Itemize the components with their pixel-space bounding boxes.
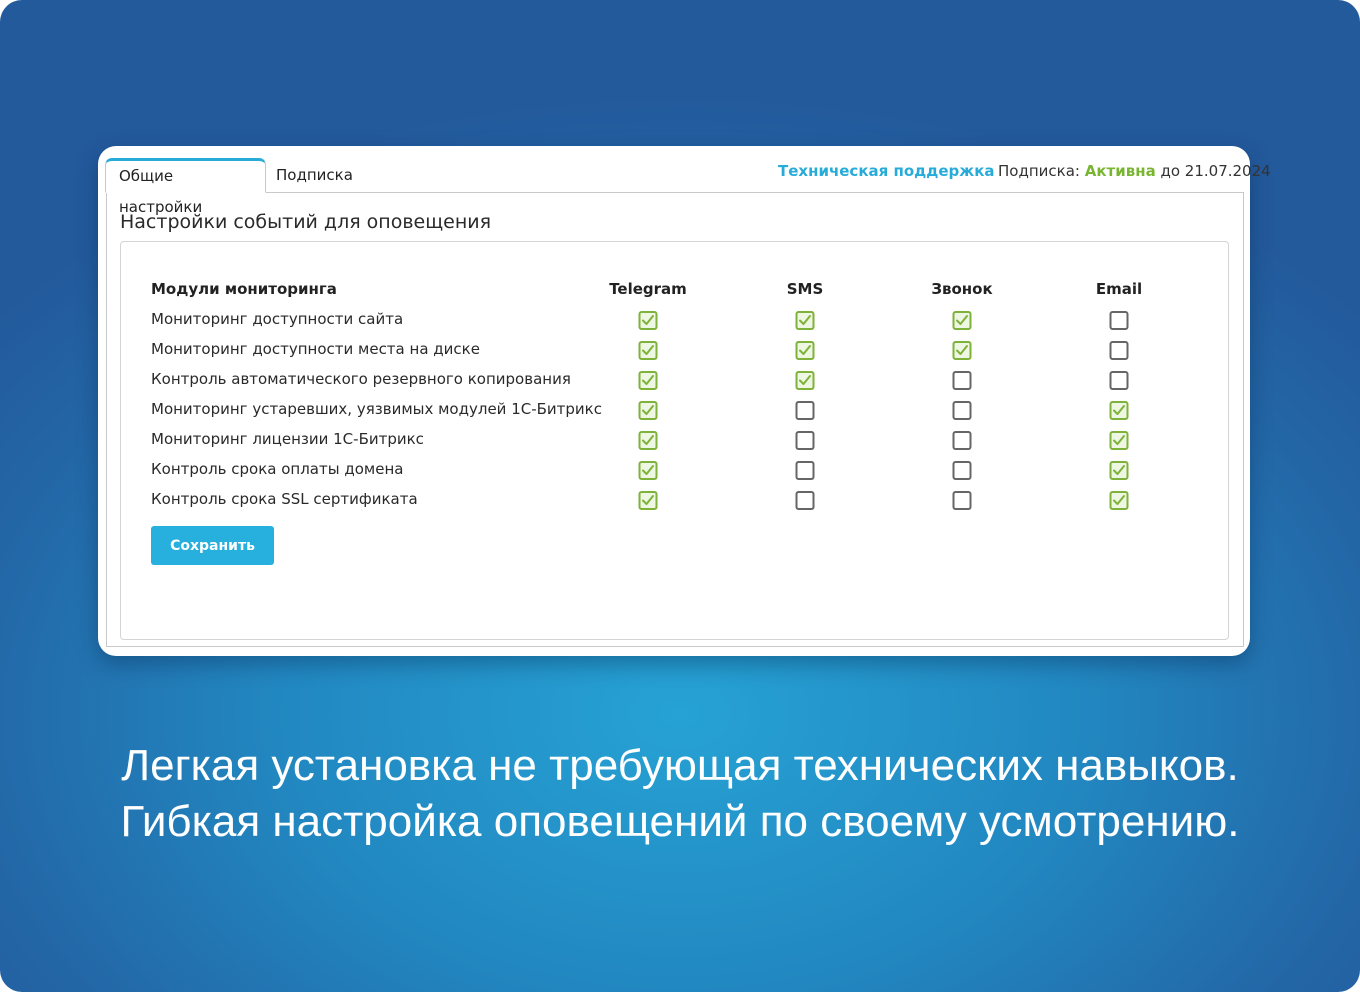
column-header-channel: Telegram — [609, 280, 687, 298]
checkbox-checked[interactable] — [638, 461, 658, 480]
checkbox-unchecked[interactable] — [1109, 341, 1129, 360]
row-label: Контроль автоматического резервного копи… — [151, 370, 571, 388]
row-label: Контроль срока оплаты домена — [151, 460, 404, 478]
subscription-label: Подписка: — [998, 162, 1080, 180]
checkbox-unchecked[interactable] — [952, 401, 972, 420]
tab-subscription[interactable]: Подписка — [263, 158, 366, 193]
column-header-channel: SMS — [786, 280, 824, 298]
checkbox-checked[interactable] — [1109, 461, 1129, 480]
checkbox-checked[interactable] — [638, 491, 658, 510]
row-label: Мониторинг лицензии 1С-Битрикс — [151, 430, 424, 448]
checkbox-checked[interactable] — [1109, 431, 1129, 450]
checkmark-icon — [1113, 495, 1125, 505]
checkmark-icon — [799, 345, 811, 355]
row-label: Мониторинг доступности места на диске — [151, 340, 480, 358]
checkbox-checked[interactable] — [638, 311, 658, 330]
column-header-channel: Email — [1095, 280, 1143, 298]
checkmark-icon — [642, 405, 654, 415]
checkbox-unchecked[interactable] — [952, 371, 972, 390]
column-header-modules: Модули мониторинга — [151, 280, 337, 298]
checkmark-icon — [642, 495, 654, 505]
subscription-until: до 21.07.2024 — [1160, 162, 1271, 180]
row-label: Контроль срока SSL сертификата — [151, 490, 418, 508]
checkmark-icon — [642, 435, 654, 445]
checkbox-unchecked[interactable] — [795, 401, 815, 420]
tab-general-settings[interactable]: Общие настройки — [105, 158, 266, 216]
checkbox-unchecked[interactable] — [795, 491, 815, 510]
checkmark-icon — [642, 315, 654, 325]
checkbox-checked[interactable] — [952, 341, 972, 360]
checkmark-icon — [1113, 435, 1125, 445]
checkbox-checked[interactable] — [1109, 401, 1129, 420]
checkbox-checked[interactable] — [638, 371, 658, 390]
checkmark-icon — [642, 465, 654, 475]
checkmark-icon — [1113, 465, 1125, 475]
checkbox-unchecked[interactable] — [795, 461, 815, 480]
column-header-channel: Звонок — [931, 280, 993, 298]
checkmark-icon — [799, 375, 811, 385]
checkmark-icon — [956, 345, 968, 355]
background: Общие настройки Подписка Техническая под… — [0, 0, 1360, 992]
settings-window: Общие настройки Подписка Техническая под… — [98, 146, 1271, 656]
checkbox-checked[interactable] — [795, 341, 815, 360]
checkbox-checked[interactable] — [1109, 491, 1129, 510]
checkmark-icon — [642, 345, 654, 355]
checkbox-checked[interactable] — [638, 401, 658, 420]
checkbox-unchecked[interactable] — [952, 461, 972, 480]
subscription-info: Подписка: Активна до 21.07.2024 — [998, 162, 1271, 180]
row-label: Мониторинг устаревших, уязвимых модулей … — [151, 400, 602, 418]
checkbox-checked[interactable] — [952, 311, 972, 330]
section-title: Настройки событий для оповещения — [120, 211, 492, 233]
checkbox-unchecked[interactable] — [1109, 371, 1129, 390]
row-label: Мониторинг доступности сайта — [151, 310, 404, 328]
caption-line-1: Легкая установка не требующая технически… — [121, 741, 1239, 790]
caption-line-2: Гибкая настройка оповещений по своему ус… — [120, 797, 1240, 846]
checkmark-icon — [1113, 405, 1125, 415]
support-link[interactable]: Техническая поддержка — [778, 162, 995, 180]
checkbox-unchecked[interactable] — [1109, 311, 1129, 330]
checkbox-checked[interactable] — [795, 371, 815, 390]
checkmark-icon — [642, 375, 654, 385]
checkbox-checked[interactable] — [795, 311, 815, 330]
checkmark-icon — [956, 315, 968, 325]
checkbox-unchecked[interactable] — [952, 431, 972, 450]
checkbox-checked[interactable] — [638, 431, 658, 450]
checkbox-unchecked[interactable] — [795, 431, 815, 450]
checkbox-unchecked[interactable] — [952, 491, 972, 510]
checkmark-icon — [799, 315, 811, 325]
subscription-status: Активна — [1084, 162, 1156, 180]
save-button[interactable]: Сохранить — [151, 526, 274, 565]
checkbox-checked[interactable] — [638, 341, 658, 360]
